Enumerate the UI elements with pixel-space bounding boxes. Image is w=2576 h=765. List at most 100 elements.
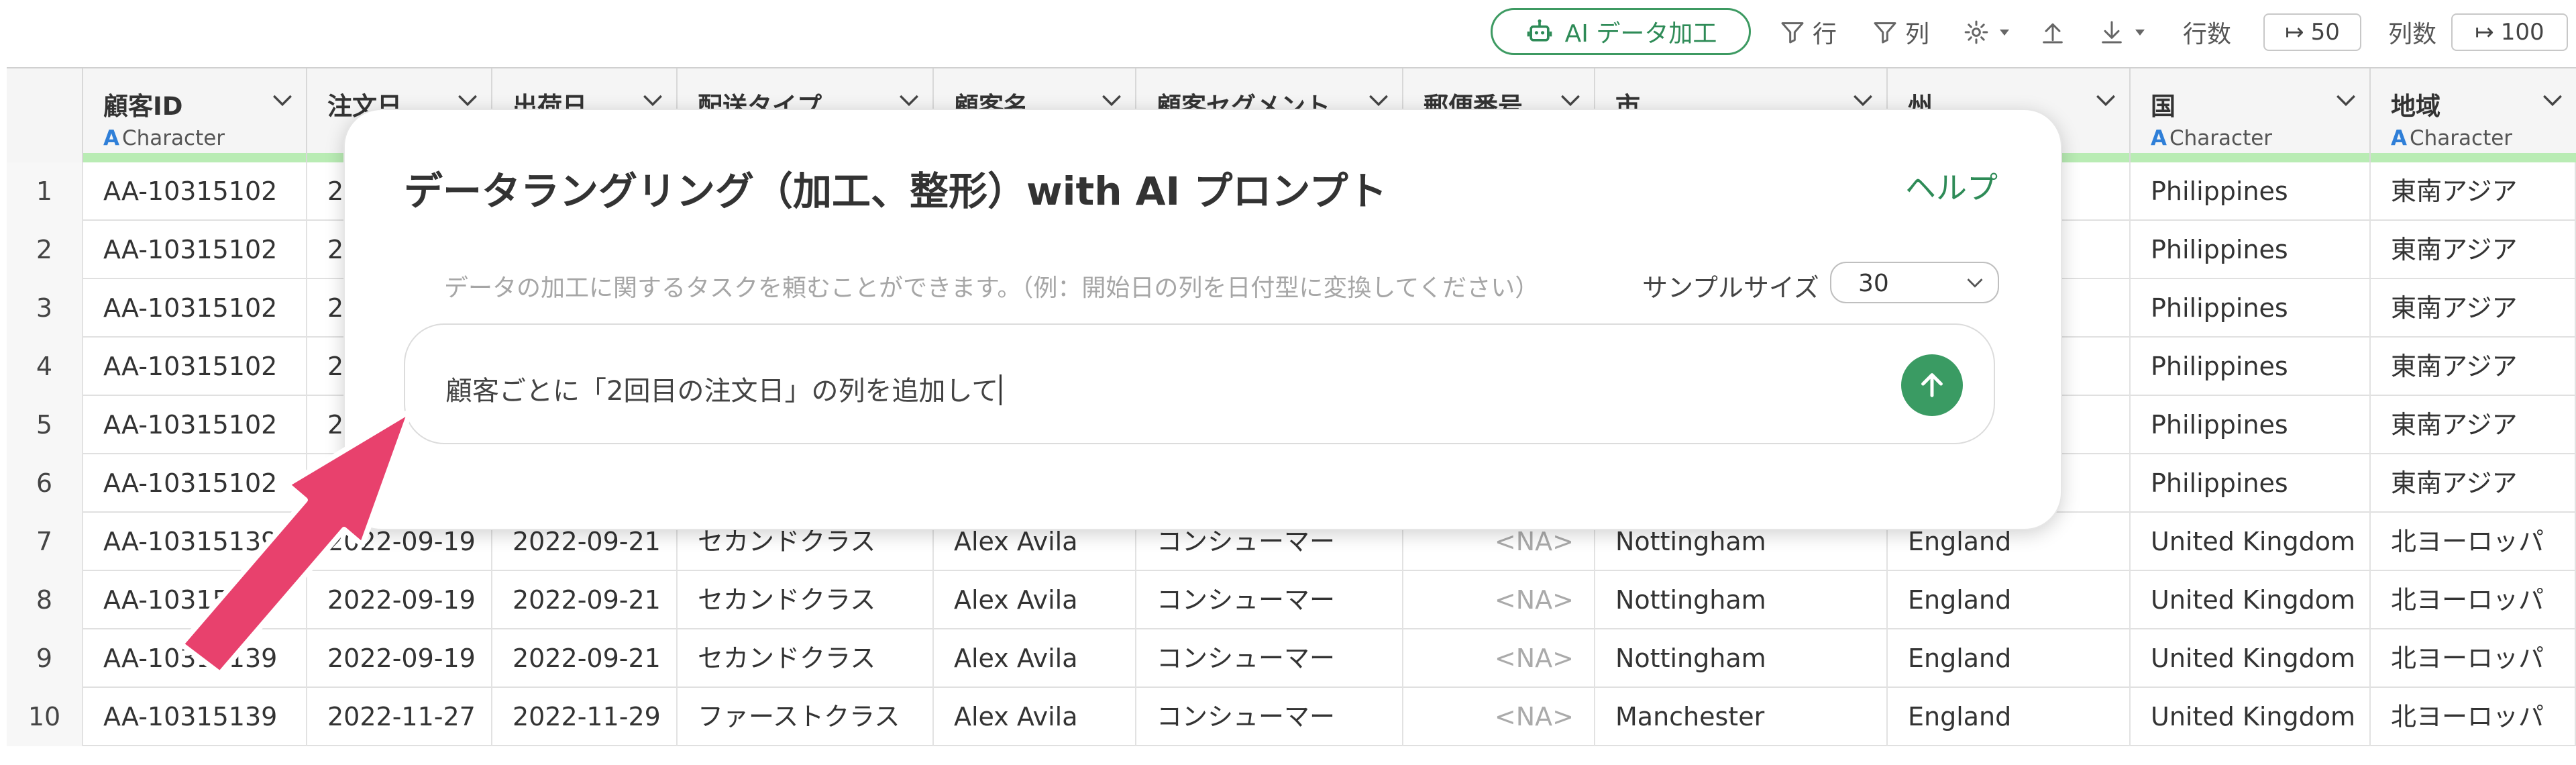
table-cell[interactable]: United Kingdom <box>2131 571 2371 629</box>
table-cell[interactable]: コンシューマー <box>1136 571 1403 629</box>
column-count-input[interactable]: ↦ 100 <box>2451 13 2568 51</box>
table-cell[interactable]: Philippines <box>2131 396 2371 454</box>
table-cell[interactable]: <NA> <box>1403 688 1595 746</box>
table-cell[interactable]: <NA> <box>1403 571 1595 629</box>
table-cell[interactable]: Nottingham <box>1595 571 1888 629</box>
table-cell[interactable]: England <box>1888 629 2131 688</box>
character-type-icon: A <box>103 126 119 150</box>
help-link[interactable]: ヘルプ <box>1905 164 1998 208</box>
table-cell[interactable]: Alex Avila <box>934 688 1136 746</box>
dialog-title: データラングリング（加工、整形）with AI プロンプト <box>404 168 1387 214</box>
table-cell[interactable]: 東南アジア <box>2371 338 2576 396</box>
table-cell[interactable]: 北ヨーロッパ <box>2371 571 2576 629</box>
table-cell[interactable]: AA-10315139 <box>83 513 307 571</box>
table-cell[interactable]: 北ヨーロッパ <box>2371 688 2576 746</box>
table-cell[interactable]: Philippines <box>2131 279 2371 338</box>
table-cell[interactable]: AA-10315102 <box>83 162 307 221</box>
column-header[interactable]: 顧客ID A Character <box>83 68 307 162</box>
chevron-down-icon[interactable] <box>1100 93 1123 109</box>
column-summary-bar <box>83 153 306 162</box>
row-filter-label: 行 <box>1813 21 1837 48</box>
table-cell[interactable]: ファーストクラス <box>678 688 934 746</box>
download-arrow-icon <box>2102 21 2122 44</box>
column-type-label: Character <box>2169 126 2273 150</box>
table-cell[interactable]: 2022-09-19 <box>307 571 492 629</box>
table-cell[interactable]: 北ヨーロッパ <box>2371 629 2576 688</box>
table-cell[interactable]: United Kingdom <box>2131 513 2371 571</box>
upload-button[interactable] <box>2039 12 2066 52</box>
sample-size-select[interactable]: 30 <box>1830 262 1999 303</box>
table-cell[interactable]: 東南アジア <box>2371 162 2576 221</box>
chevron-down-icon[interactable] <box>2094 93 2117 109</box>
chevron-down-icon[interactable] <box>898 93 920 109</box>
table-cell[interactable]: Nottingham <box>1595 629 1888 688</box>
table-row[interactable]: 10 AA-10315139 2022-11-27 2022-11-29 ファーストクラ… <box>7 688 2576 746</box>
table-cell[interactable]: England <box>1888 571 2131 629</box>
table-cell[interactable]: <NA> <box>1403 629 1595 688</box>
table-cell[interactable]: 東南アジア <box>2371 454 2576 513</box>
row-index: 9 <box>7 629 83 688</box>
table-cell[interactable]: United Kingdom <box>2131 629 2371 688</box>
chevron-down-icon[interactable] <box>456 93 479 109</box>
table-cell[interactable]: AA-10315102 <box>83 279 307 338</box>
table-cell[interactable]: Alex Avila <box>934 629 1136 688</box>
table-cell[interactable]: Philippines <box>2131 162 2371 221</box>
column-filter-button[interactable]: 列 <box>1872 12 1929 52</box>
character-type-icon: A <box>2391 126 2407 150</box>
table-cell[interactable]: AA-10315102 <box>83 396 307 454</box>
table-cell[interactable]: England <box>1888 688 2131 746</box>
chevron-down-icon[interactable] <box>1851 93 1874 109</box>
table-cell[interactable]: 東南アジア <box>2371 279 2576 338</box>
table-cell[interactable]: AA-10315102 <box>83 221 307 279</box>
table-cell[interactable]: 東南アジア <box>2371 221 2576 279</box>
table-row[interactable]: 9 AA-10315139 2022-09-19 2022-09-21 セカンドクラス A… <box>7 629 2576 688</box>
table-cell[interactable]: AA-10315139 <box>83 629 307 688</box>
row-count-text: 行数 <box>2183 21 2232 48</box>
table-cell[interactable]: AA-10315139 <box>83 571 307 629</box>
column-type: A Character <box>2151 126 2272 150</box>
download-menu-button[interactable] <box>2098 12 2148 52</box>
table-cell[interactable]: United Kingdom <box>2131 688 2371 746</box>
column-count-value: 100 <box>2500 19 2544 46</box>
table-cell[interactable]: セカンドクラス <box>678 571 934 629</box>
prompt-input[interactable]: 顧客ごとに「2回目の注文日」の列を追加して <box>404 323 1995 444</box>
table-cell[interactable]: 2022-09-21 <box>492 629 678 688</box>
row-filter-button[interactable]: 行 <box>1779 12 1837 52</box>
column-name: 顧客ID <box>103 92 183 121</box>
chevron-down-icon[interactable] <box>2334 93 2357 109</box>
table-cell[interactable]: 東南アジア <box>2371 396 2576 454</box>
table-cell[interactable]: Philippines <box>2131 454 2371 513</box>
ai-data-processing-button[interactable]: AI データ加工 <box>1491 8 1751 55</box>
table-cell[interactable]: AA-10315102 <box>83 454 307 513</box>
send-button[interactable] <box>1901 354 1963 416</box>
chevron-down-icon[interactable] <box>641 93 664 109</box>
table-cell[interactable]: Philippines <box>2131 221 2371 279</box>
column-header[interactable]: 国 A Character <box>2131 68 2371 162</box>
table-cell[interactable]: セカンドクラス <box>678 629 934 688</box>
column-type-label: Character <box>122 126 225 150</box>
table-cell[interactable]: コンシューマー <box>1136 688 1403 746</box>
chevron-down-icon[interactable] <box>271 93 294 109</box>
table-cell[interactable]: 2022-11-27 <box>307 688 492 746</box>
row-count-input[interactable]: ↦ 50 <box>2263 13 2361 51</box>
table-cell[interactable]: 北ヨーロッパ <box>2371 513 2576 571</box>
sample-size-label: サンプルサイズ <box>1642 273 1819 303</box>
row-index: 4 <box>7 338 83 396</box>
table-cell[interactable]: AA-10315102 <box>83 338 307 396</box>
toolbar: AI データ加工 行 列 行数 ↦ 50 列数 ↦ 100 <box>0 0 2576 66</box>
chevron-down-icon[interactable] <box>2541 93 2564 109</box>
table-cell[interactable]: 2022-09-21 <box>492 571 678 629</box>
table-cell[interactable]: 2022-11-29 <box>492 688 678 746</box>
chevron-down-icon[interactable] <box>1367 93 1390 109</box>
table-cell[interactable]: コンシューマー <box>1136 629 1403 688</box>
table-cell[interactable]: 2022-09-19 <box>307 629 492 688</box>
table-cell[interactable]: AA-10315139 <box>83 688 307 746</box>
row-index: 1 <box>7 162 83 221</box>
table-row[interactable]: 8 AA-10315139 2022-09-19 2022-09-21 セカンドクラス A… <box>7 571 2576 629</box>
settings-menu-button[interactable] <box>1963 12 2012 52</box>
column-header[interactable]: 地域 A Character <box>2371 68 2576 162</box>
chevron-down-icon[interactable] <box>1559 93 1582 109</box>
table-cell[interactable]: Manchester <box>1595 688 1888 746</box>
table-cell[interactable]: Alex Avila <box>934 571 1136 629</box>
table-cell[interactable]: Philippines <box>2131 338 2371 396</box>
